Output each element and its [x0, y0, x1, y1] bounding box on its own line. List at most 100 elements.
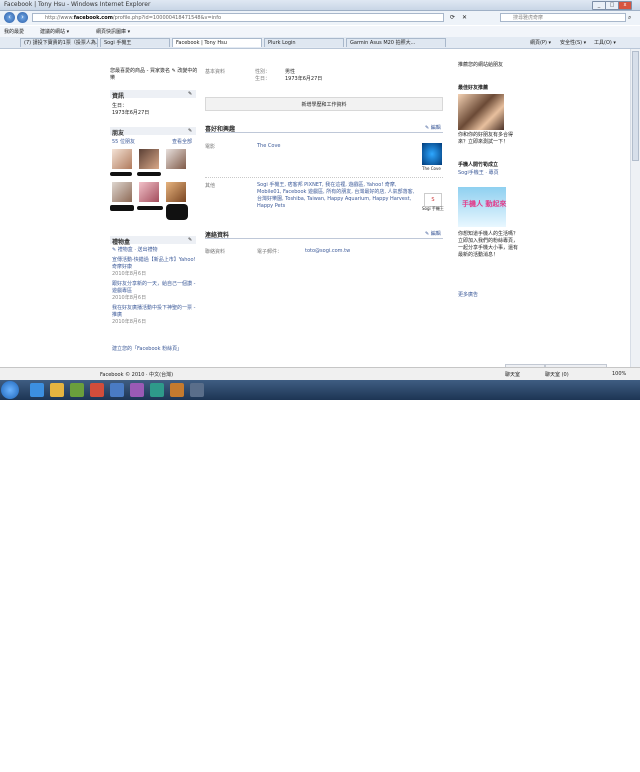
start-button[interactable] [1, 381, 19, 399]
email-value[interactable]: toto@sogi.com.tw [305, 248, 350, 254]
friend-name-redacted [166, 204, 188, 220]
friend-name-redacted [110, 172, 132, 176]
post-item[interactable]: 宣傳活動-快錯過【新品上市】Yahoo! 奇摩好康 2010年8月6日 [112, 257, 196, 278]
pencil-icon[interactable]: ✎ [188, 237, 192, 243]
favorites-button[interactable]: 我的最愛 [4, 28, 24, 35]
ad2-title[interactable]: 手機人開竹筍成立 [458, 161, 498, 168]
stop-icon[interactable]: ✕ [462, 14, 467, 21]
minimize-button[interactable]: _ [592, 1, 606, 10]
address-bar: ‹ › http://www.facebook.com/profile.php?… [0, 11, 640, 25]
friend-photo[interactable] [139, 149, 159, 169]
pencil-icon[interactable]: ✎ [188, 128, 192, 134]
status-bar: Facebook © 2010 · 中文(台灣) 聊天室 聊天室 (0) 100… [0, 367, 640, 381]
watermark-text: xyz888tw @ sogi.com.tw [513, 761, 640, 772]
post-item[interactable]: 我在好友廣播活動中投下神聖的一票 - 推廣 2010年8月6日 [112, 305, 196, 326]
app-icon[interactable] [170, 383, 184, 397]
edit-link[interactable]: ✎ 編輯 [425, 230, 441, 237]
web-slice-gallery[interactable]: 網頁快訊圖庫 ▾ [96, 28, 130, 35]
chat-status[interactable]: 聊天室 (0) [545, 371, 569, 378]
zoom-level[interactable]: 100% [612, 371, 626, 377]
window-title-bar: Facebook | Tony Hsu - Windows Internet E… [0, 0, 640, 11]
friend-photo[interactable] [139, 182, 159, 202]
tools-menu[interactable]: 工具(O) ▾ [594, 39, 616, 46]
ad1-image[interactable] [458, 94, 504, 130]
birthday-label: 生日： [255, 76, 271, 82]
ad1-text: 你和你的好朋友有多合得來？立即來測試一下！ [458, 132, 514, 145]
sex-label: 性別： [255, 69, 271, 75]
url-input[interactable]: http://www.facebook.com/profile.php?id=1… [32, 13, 444, 22]
divider [205, 177, 443, 178]
ad2-text: 你想知道手機人的生活嗎？立即加入我們的粉絲專頁，一起分享手機大小事，還有最新的活… [458, 231, 519, 258]
basic-info-label: 基本資料 [205, 69, 226, 75]
url-rest: /profile.php?id=100000418471548&v=info [112, 15, 222, 21]
ie-icon[interactable] [30, 383, 44, 397]
suggested-sites[interactable]: 建議的網站 ▾ [40, 28, 69, 35]
page-content: 您最喜愛的商品 - 買家簽名 ✎ 改變中的樂 資訊 ✎ 生日： 1973年6月2… [0, 49, 630, 367]
window-title: Facebook | Tony Hsu - Windows Internet E… [4, 1, 151, 8]
contact-label: 聯絡資料 [205, 249, 226, 255]
add-education-button[interactable]: 新增學歷和工作資料 [205, 97, 443, 111]
email-label: 電子郵件： [257, 249, 283, 255]
friend-photo[interactable] [112, 149, 132, 169]
friends-section-header: 朋友 ✎ [110, 127, 196, 137]
ad1-title[interactable]: 最佳好友推薦 [458, 84, 488, 91]
tab-bar: (7) 請投下寶貴的1票（投票人為... Sogi 手機王 Facebook |… [0, 37, 640, 49]
gifts-links[interactable]: ✎ 禮物盒 · 送出禮物 [112, 246, 158, 253]
app-icon[interactable] [130, 383, 144, 397]
more-ads-link[interactable]: 更多廣告 [458, 291, 478, 298]
ad2-image[interactable]: 手機人 動起來 [458, 187, 506, 227]
tab-facebook[interactable]: Facebook | Tony Hsu [172, 38, 262, 47]
ad2-subtitle[interactable]: Sogi手機王 · 專頁 [458, 169, 499, 176]
create-page-link[interactable]: 建立您的「Facebook 粉絲頁」 [112, 345, 182, 352]
friend-photo[interactable] [166, 182, 186, 202]
safety-menu[interactable]: 安全性(S) ▾ [560, 39, 586, 46]
tab-plurk[interactable]: Plurk Login [264, 38, 344, 47]
taskbar: xyz888tw @ sogi.com.tw [0, 380, 640, 772]
movie-link[interactable]: The Cove [257, 143, 280, 149]
vertical-scrollbar[interactable] [630, 49, 640, 367]
tab-sogi[interactable]: Sogi 手機王 [100, 38, 170, 47]
page-menu[interactable]: 網頁(P) ▾ [530, 39, 551, 46]
search-icon[interactable]: ⌕ [628, 14, 631, 22]
tab-vote[interactable]: (7) 請投下寶貴的1票（投票人為... [20, 38, 98, 47]
media-icon[interactable] [70, 383, 84, 397]
friend-name-redacted [137, 172, 161, 176]
maximize-button[interactable]: □ [605, 1, 619, 10]
edit-link[interactable]: ✎ 編輯 [425, 124, 441, 131]
friends-count[interactable]: 55 位朋友 [112, 138, 135, 145]
app-icon[interactable] [150, 383, 164, 397]
sex-value: 男性 [285, 69, 296, 75]
search-input[interactable]: 搜尋雅虎奇摩 [500, 13, 626, 22]
birthday-value: 1973年6月27日 [285, 76, 323, 82]
other-thumb-caption: Sogi 手機王 [422, 206, 444, 211]
folder-icon[interactable] [50, 383, 64, 397]
url-domain: facebook.com [73, 15, 113, 21]
movie-thumbnail[interactable] [422, 143, 442, 165]
other-likes[interactable]: Sogi 手機王, 痞客邦 PIXNET, 我在這裡, 遊戲區, Yahoo! … [257, 182, 417, 210]
close-button[interactable]: x [618, 1, 632, 10]
friends-see-all[interactable]: 查看全部 [172, 138, 192, 145]
back-button[interactable]: ‹ [4, 12, 15, 23]
post-item[interactable]: 跟好友分享新的一天，給自己一個讚 - 遊戲專區 2010年8月6日 [112, 281, 196, 302]
chat-notify[interactable]: 聊天室 [505, 371, 520, 378]
refresh-icon[interactable]: ⟳ [450, 14, 455, 21]
app-icon[interactable] [190, 383, 204, 397]
other-label: 其他 [205, 183, 216, 189]
birthday-label: 生日： [112, 103, 128, 109]
left-intro: 您最喜愛的商品 - 買家簽名 ✎ 改變中的樂 [110, 68, 198, 81]
app-icon[interactable] [90, 383, 104, 397]
scrollbar-thumb[interactable] [632, 51, 639, 161]
friend-photo[interactable] [166, 149, 186, 169]
gifts-section-header: 禮物盒 ✎ [110, 236, 196, 246]
tab-garmin[interactable]: Garmin Asus M20 拍照大... [346, 38, 446, 47]
right-top-text: 推薦您的網站給朋友 [458, 62, 504, 68]
friend-name-redacted [137, 206, 163, 210]
movies-label: 電影 [205, 144, 216, 150]
contact-section-header: 連絡資料 ✎ 編輯 [205, 230, 443, 239]
pencil-icon[interactable]: ✎ [188, 91, 192, 97]
friend-photo[interactable] [112, 182, 132, 202]
forward-button[interactable]: › [17, 12, 28, 23]
app-icon[interactable] [110, 383, 124, 397]
url-prefix: http://www. [45, 15, 74, 21]
sogi-logo-icon[interactable]: S [424, 193, 442, 207]
